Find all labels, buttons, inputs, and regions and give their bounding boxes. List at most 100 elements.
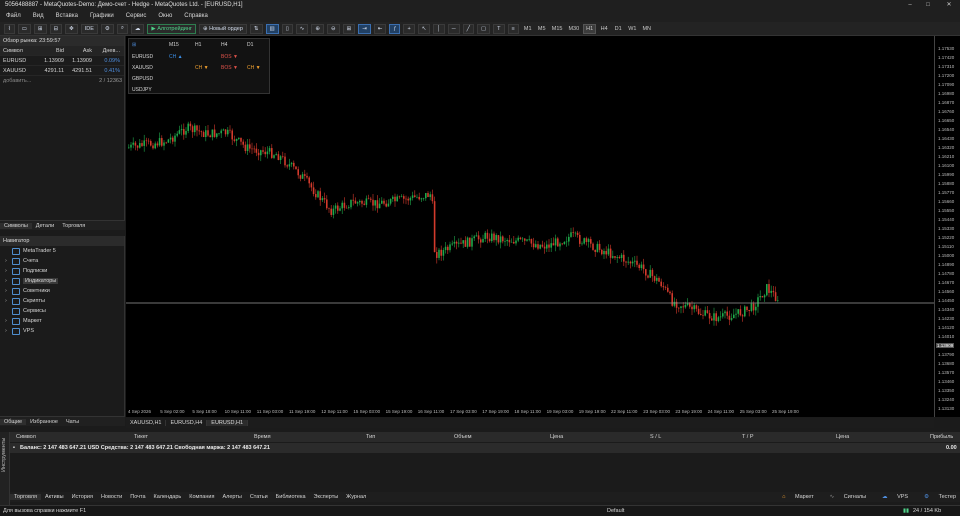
fibo-icon[interactable]: ≡: [507, 23, 519, 34]
chart-tab[interactable]: EURUSD,H1: [207, 420, 249, 426]
navigator-icon[interactable]: ⊟: [49, 23, 63, 34]
market-watch-icon[interactable]: ⊞: [33, 23, 47, 34]
vertical-line-icon[interactable]: │: [433, 23, 445, 34]
market-watch-row[interactable]: EURUSD 1.13909 1.13909 0.09%: [0, 56, 124, 66]
candle-chart-icon[interactable]: ▯: [281, 23, 293, 34]
new-order-button[interactable]: ⊕ Новый ордер: [198, 23, 247, 34]
tab-alerts[interactable]: Алерты: [218, 494, 245, 500]
nav-item-metatrader[interactable]: MetaTrader 5: [0, 246, 124, 256]
crosshair-icon[interactable]: +: [403, 23, 415, 34]
col-tp[interactable]: T / P: [742, 434, 754, 440]
tab-journal[interactable]: Журнал: [342, 494, 370, 500]
price-axis[interactable]: 1.17530 1.17420 1.17310 1.17200 1.17090 1.169…: [934, 36, 960, 417]
col-sl[interactable]: S / L: [650, 434, 661, 440]
status-profile[interactable]: Default: [607, 508, 624, 514]
col-bid[interactable]: Bid: [34, 48, 64, 54]
col-ticket[interactable]: Тикет: [134, 434, 148, 440]
tf-h1[interactable]: H1: [583, 23, 597, 34]
signal-matrix-panel[interactable]: ⊞ M15 H1 H4 D1 EURUSD CH ▲ BOS ▼ XAUUSD …: [128, 38, 270, 94]
col-volume[interactable]: Объем: [454, 434, 472, 440]
tf-m30[interactable]: M30: [566, 24, 581, 34]
tf-m5[interactable]: M5: [536, 24, 548, 34]
menu-window[interactable]: Окно: [152, 13, 178, 19]
horizontal-line-icon[interactable]: ─: [447, 23, 460, 34]
tf-m15[interactable]: M15: [550, 24, 565, 34]
col-current-price[interactable]: Цена: [836, 434, 849, 440]
tab-details[interactable]: Детали: [32, 223, 58, 229]
chart-tab[interactable]: XAUUSD,H1: [126, 420, 167, 426]
tab-symbols[interactable]: Символы: [0, 222, 32, 229]
search-icon[interactable]: ⌕: [116, 23, 128, 34]
tab-calendar[interactable]: Календарь: [150, 494, 186, 500]
toolbox-side-tab[interactable]: Инструменты: [0, 432, 10, 505]
expand-icon[interactable]: ›: [5, 328, 12, 334]
expand-icon[interactable]: ›: [5, 258, 12, 264]
tab-chats[interactable]: Чаты: [62, 419, 83, 425]
new-chart-icon[interactable]: ⌇: [4, 23, 15, 34]
tab-company[interactable]: Компания: [185, 494, 218, 500]
line-chart-icon[interactable]: ∿: [295, 23, 309, 34]
minimize-icon[interactable]: –: [903, 0, 917, 10]
vps-link[interactable]: ☁ VPS: [874, 494, 908, 500]
menu-file[interactable]: Файл: [0, 13, 27, 19]
cursor-icon[interactable]: ↖: [417, 23, 431, 34]
time-axis[interactable]: 4 Sep 2026 5 Sep 02:00 5 Sep 18:00 10 Sep 1…: [126, 409, 934, 417]
nav-item-vps[interactable]: › VPS: [0, 326, 124, 336]
tab-trade[interactable]: Торговля: [10, 494, 41, 500]
expand-icon[interactable]: ›: [5, 318, 12, 324]
menu-help[interactable]: Справка: [178, 13, 214, 19]
tf-h4[interactable]: H4: [598, 24, 610, 34]
tab-common[interactable]: Общие: [0, 418, 27, 425]
buy-sell-icon[interactable]: ⇅: [249, 23, 263, 34]
signals-link[interactable]: ∿ Сигналы: [822, 494, 866, 500]
tf-d1[interactable]: D1: [612, 24, 624, 34]
tf-w1[interactable]: W1: [626, 24, 638, 34]
col-change[interactable]: Днев...: [92, 48, 122, 54]
tab-trading[interactable]: Торговля: [58, 223, 89, 229]
col-profit[interactable]: Прибыль: [930, 434, 953, 440]
col-symbol[interactable]: Символ: [16, 434, 36, 440]
grid-icon[interactable]: ⊞: [342, 23, 356, 34]
profiles-icon[interactable]: ▭: [17, 23, 31, 34]
nav-item-scripts[interactable]: › Скрипты: [0, 296, 124, 306]
market-watch-row[interactable]: XAUUSD 4291.11 4291.51 0.41%: [0, 66, 124, 76]
tab-favorites[interactable]: Избранное: [26, 419, 62, 425]
balance-row[interactable]: • Баланс: 2 147 483 647.21 USD Средства:…: [10, 443, 960, 453]
tab-mailbox[interactable]: Почта: [126, 494, 149, 500]
nav-item-accounts[interactable]: › Счета: [0, 256, 124, 266]
add-symbol-link[interactable]: добавить...: [0, 78, 80, 84]
tab-experts[interactable]: Эксперты: [310, 494, 343, 500]
tf-m1[interactable]: M1: [522, 24, 534, 34]
tester-link[interactable]: ⚙ Тестер: [916, 494, 956, 500]
maximize-icon[interactable]: □: [921, 0, 935, 10]
nav-item-services[interactable]: Сервисы: [0, 306, 124, 316]
shapes-icon[interactable]: ▢: [476, 23, 491, 34]
ide-button[interactable]: IDE: [80, 23, 98, 34]
options-icon[interactable]: ⚙: [100, 23, 114, 34]
strategy-icon[interactable]: ✥: [65, 23, 78, 34]
nav-item-indicators[interactable]: › Индикаторы: [0, 276, 124, 286]
col-time[interactable]: Время: [254, 434, 271, 440]
close-icon[interactable]: ✕: [942, 0, 956, 10]
tab-history[interactable]: История: [68, 494, 97, 500]
tab-news[interactable]: Новости: [97, 494, 126, 500]
expand-icon[interactable]: ›: [5, 298, 12, 304]
tab-library[interactable]: Библиотека: [272, 494, 310, 500]
chart-shift-icon[interactable]: ⇤: [373, 23, 387, 34]
expand-icon[interactable]: ›: [5, 278, 12, 284]
indicators-icon[interactable]: ƒ: [389, 23, 401, 34]
bar-chart-icon[interactable]: ▥: [265, 23, 279, 34]
menu-charts[interactable]: Графики: [84, 13, 120, 19]
expand-icon[interactable]: ›: [5, 288, 12, 294]
tab-assets[interactable]: Активы: [41, 494, 68, 500]
zoom-out-icon[interactable]: ⊖: [326, 23, 340, 34]
nav-item-market[interactable]: › Маркет: [0, 316, 124, 326]
market-link[interactable]: ⌂ Маркет: [774, 494, 813, 500]
menu-tools[interactable]: Сервис: [120, 13, 153, 19]
chat-icon[interactable]: ☁: [130, 23, 145, 34]
nav-item-experts[interactable]: › Советники: [0, 286, 124, 296]
col-type[interactable]: Тип: [366, 434, 375, 440]
col-symbol[interactable]: Символ: [0, 48, 34, 54]
autoscroll-icon[interactable]: ⇥: [358, 23, 371, 34]
trendline-icon[interactable]: ╱: [462, 23, 474, 34]
